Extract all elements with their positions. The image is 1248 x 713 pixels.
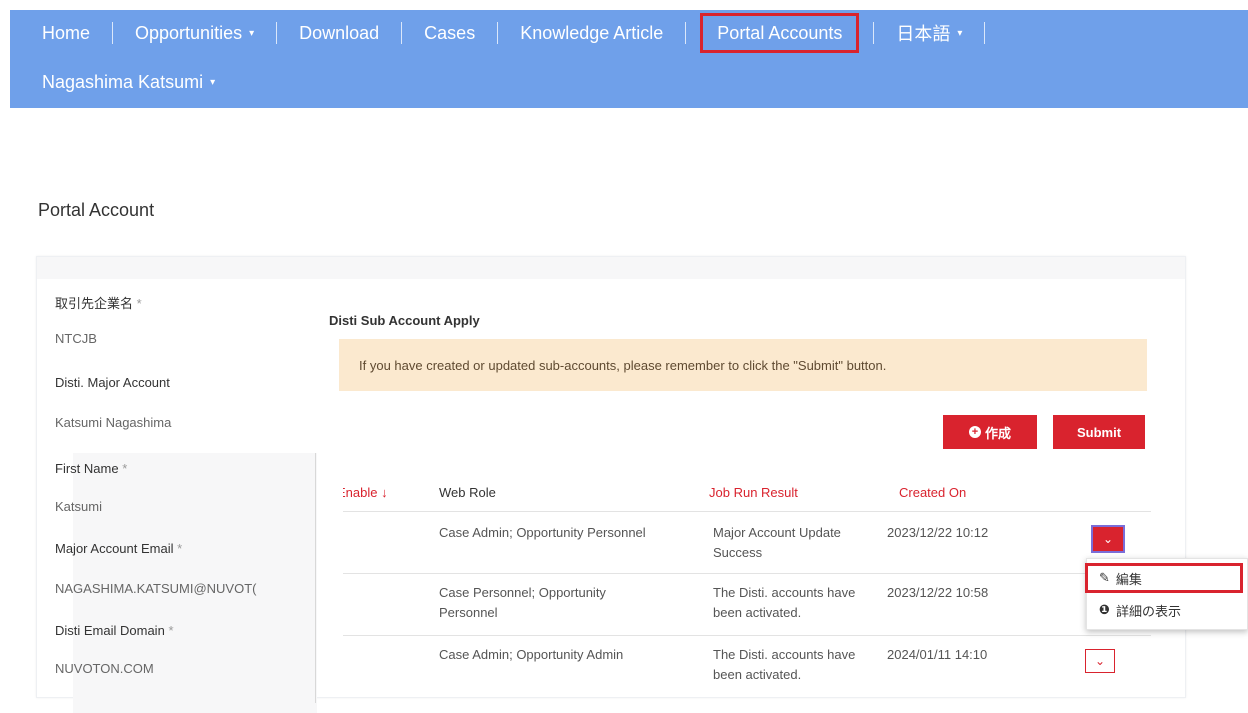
nav-knowledge-article[interactable]: Knowledge Article xyxy=(498,10,685,56)
first-name-label: First Name * xyxy=(55,461,127,476)
sort-down-arrow-icon: ↓ xyxy=(381,485,388,500)
chevron-down-icon: ▾ xyxy=(210,77,216,88)
nav-download-label: Download xyxy=(299,22,380,43)
company-label-text: 取引先企業名 xyxy=(55,296,134,311)
highlight-box xyxy=(1085,563,1243,593)
row3-job-result-line2: been activated. xyxy=(713,667,802,682)
nav-separator xyxy=(685,22,687,44)
enable-header-clip: Enable ↓ xyxy=(343,477,413,507)
first-name-label-text: First Name xyxy=(55,461,119,476)
nav-opportunities[interactable]: Opportunities ▾ xyxy=(113,10,276,56)
required-mark: * xyxy=(168,623,174,638)
row2-job-result-line2: been activated. xyxy=(713,605,802,620)
nav-user-label: Nagashima Katsumi xyxy=(42,72,204,92)
domain-label-text: Disti Email Domain xyxy=(55,623,165,638)
nav-separator xyxy=(984,22,986,44)
chevron-down-icon: ▾ xyxy=(249,27,255,39)
nav-home[interactable]: Home xyxy=(10,10,112,56)
nav-portal-accounts[interactable]: Portal Accounts xyxy=(700,10,860,56)
create-button[interactable]: + 作成 xyxy=(943,415,1037,449)
major-account-label: Disti. Major Account xyxy=(55,375,170,390)
web-role-header: Web Role xyxy=(439,485,496,500)
table-row-divider xyxy=(343,573,1151,574)
menu-item-edit[interactable]: ✎ 編集 xyxy=(1085,563,1247,593)
enable-header-text: Enable xyxy=(343,485,378,500)
chevron-down-icon: ⌄ xyxy=(1102,532,1114,546)
table-row-divider xyxy=(343,635,1151,636)
nav-opportunities-label: Opportunities xyxy=(135,22,243,43)
notice-banner: If you have created or updated sub-accou… xyxy=(339,339,1147,391)
job-run-result-header[interactable]: Job Run Result xyxy=(709,485,798,500)
nav-portal-accounts-label: Portal Accounts xyxy=(717,22,843,43)
row1-actions-button[interactable]: ⌄ xyxy=(1091,525,1125,553)
page-title: Portal Account xyxy=(38,200,155,220)
row2-job-result-line1: The Disti. accounts have xyxy=(713,585,856,600)
enable-header[interactable]: Enable ↓ xyxy=(343,485,388,500)
row3-web-role: Case Admin; Opportunity Admin xyxy=(439,647,624,662)
nav-download[interactable]: Download xyxy=(277,10,401,56)
portal-account-panel: 取引先企業名 * NTCJB Disti. Major Account Kats… xyxy=(36,256,1186,713)
info-icon: ❶ xyxy=(1099,602,1111,617)
row-actions-dropdown: ✎ 編集 ❶ 詳細の表示 xyxy=(1085,558,1248,630)
menu-item-details-label: 詳細の表示 xyxy=(1116,603,1182,619)
nav-row: Home Opportunities ▾ Download Cases Knowl… xyxy=(10,10,986,56)
nav-cases[interactable]: Cases xyxy=(402,10,497,56)
email-label-text: Major Account Email xyxy=(55,541,174,556)
company-label: 取引先企業名 * xyxy=(55,293,142,312)
row3-job-result-line1: The Disti. accounts have xyxy=(713,647,856,662)
nav-language-label: 日本語 xyxy=(896,24,951,44)
notice-text: If you have created or updated sub-accou… xyxy=(359,357,887,373)
table-header-divider xyxy=(343,511,1151,512)
plus-circle-icon: + xyxy=(968,426,981,438)
create-button-label: 作成 xyxy=(984,425,1011,441)
sub-account-title: Disti Sub Account Apply xyxy=(329,313,480,328)
grid-divider xyxy=(315,453,316,703)
created-on-header[interactable]: Created On xyxy=(899,485,966,500)
submit-button-label: Submit xyxy=(1076,424,1122,440)
panel-header-strip xyxy=(37,257,1185,279)
chevron-down-icon: ▾ xyxy=(957,27,963,39)
row1-job-result-line1: Major Account Update xyxy=(713,525,841,540)
email-value: NAGASHIMA.KATSUMI@NUVOT( xyxy=(55,581,257,596)
nav-language[interactable]: 日本語 ▾ xyxy=(874,10,984,56)
row3-created-on: 2024/01/11 14:10 xyxy=(887,647,988,662)
row3-actions-button[interactable]: ⌄ xyxy=(1085,649,1115,673)
required-mark: * xyxy=(136,296,142,311)
highlight-box: Portal Accounts xyxy=(700,13,860,53)
major-account-value: Katsumi Nagashima xyxy=(55,415,172,430)
top-navbar: Home Opportunities ▾ Download Cases Knowl… xyxy=(10,10,1248,108)
row2-web-role-line2: Personnel xyxy=(439,605,498,620)
row1-web-role: Case Admin; Opportunity Personnel xyxy=(439,525,646,540)
nav-knowledge-article-label: Knowledge Article xyxy=(520,22,664,43)
nav-user-menu[interactable]: Nagashima Katsumi ▾ xyxy=(42,72,215,93)
nav-home-label: Home xyxy=(42,22,91,43)
chevron-down-icon: ⌄ xyxy=(1094,654,1106,668)
row2-web-role-line1: Case Personnel; Opportunity xyxy=(439,585,606,600)
menu-item-details[interactable]: ❶ 詳細の表示 xyxy=(1087,595,1247,625)
row1-created-on: 2023/12/22 10:12 xyxy=(887,525,989,540)
nav-cases-label: Cases xyxy=(424,22,476,43)
company-value: NTCJB xyxy=(55,331,97,346)
required-mark: * xyxy=(122,461,128,476)
email-label: Major Account Email * xyxy=(55,541,182,556)
domain-label: Disti Email Domain * xyxy=(55,623,174,638)
first-name-value: Katsumi xyxy=(55,499,102,514)
row1-job-result-line2: Success xyxy=(713,545,763,560)
domain-value: NUVOTON.COM xyxy=(55,661,154,676)
required-mark: * xyxy=(177,541,183,556)
row2-created-on: 2023/12/22 10:58 xyxy=(887,585,989,600)
submit-button[interactable]: Submit xyxy=(1053,415,1145,449)
